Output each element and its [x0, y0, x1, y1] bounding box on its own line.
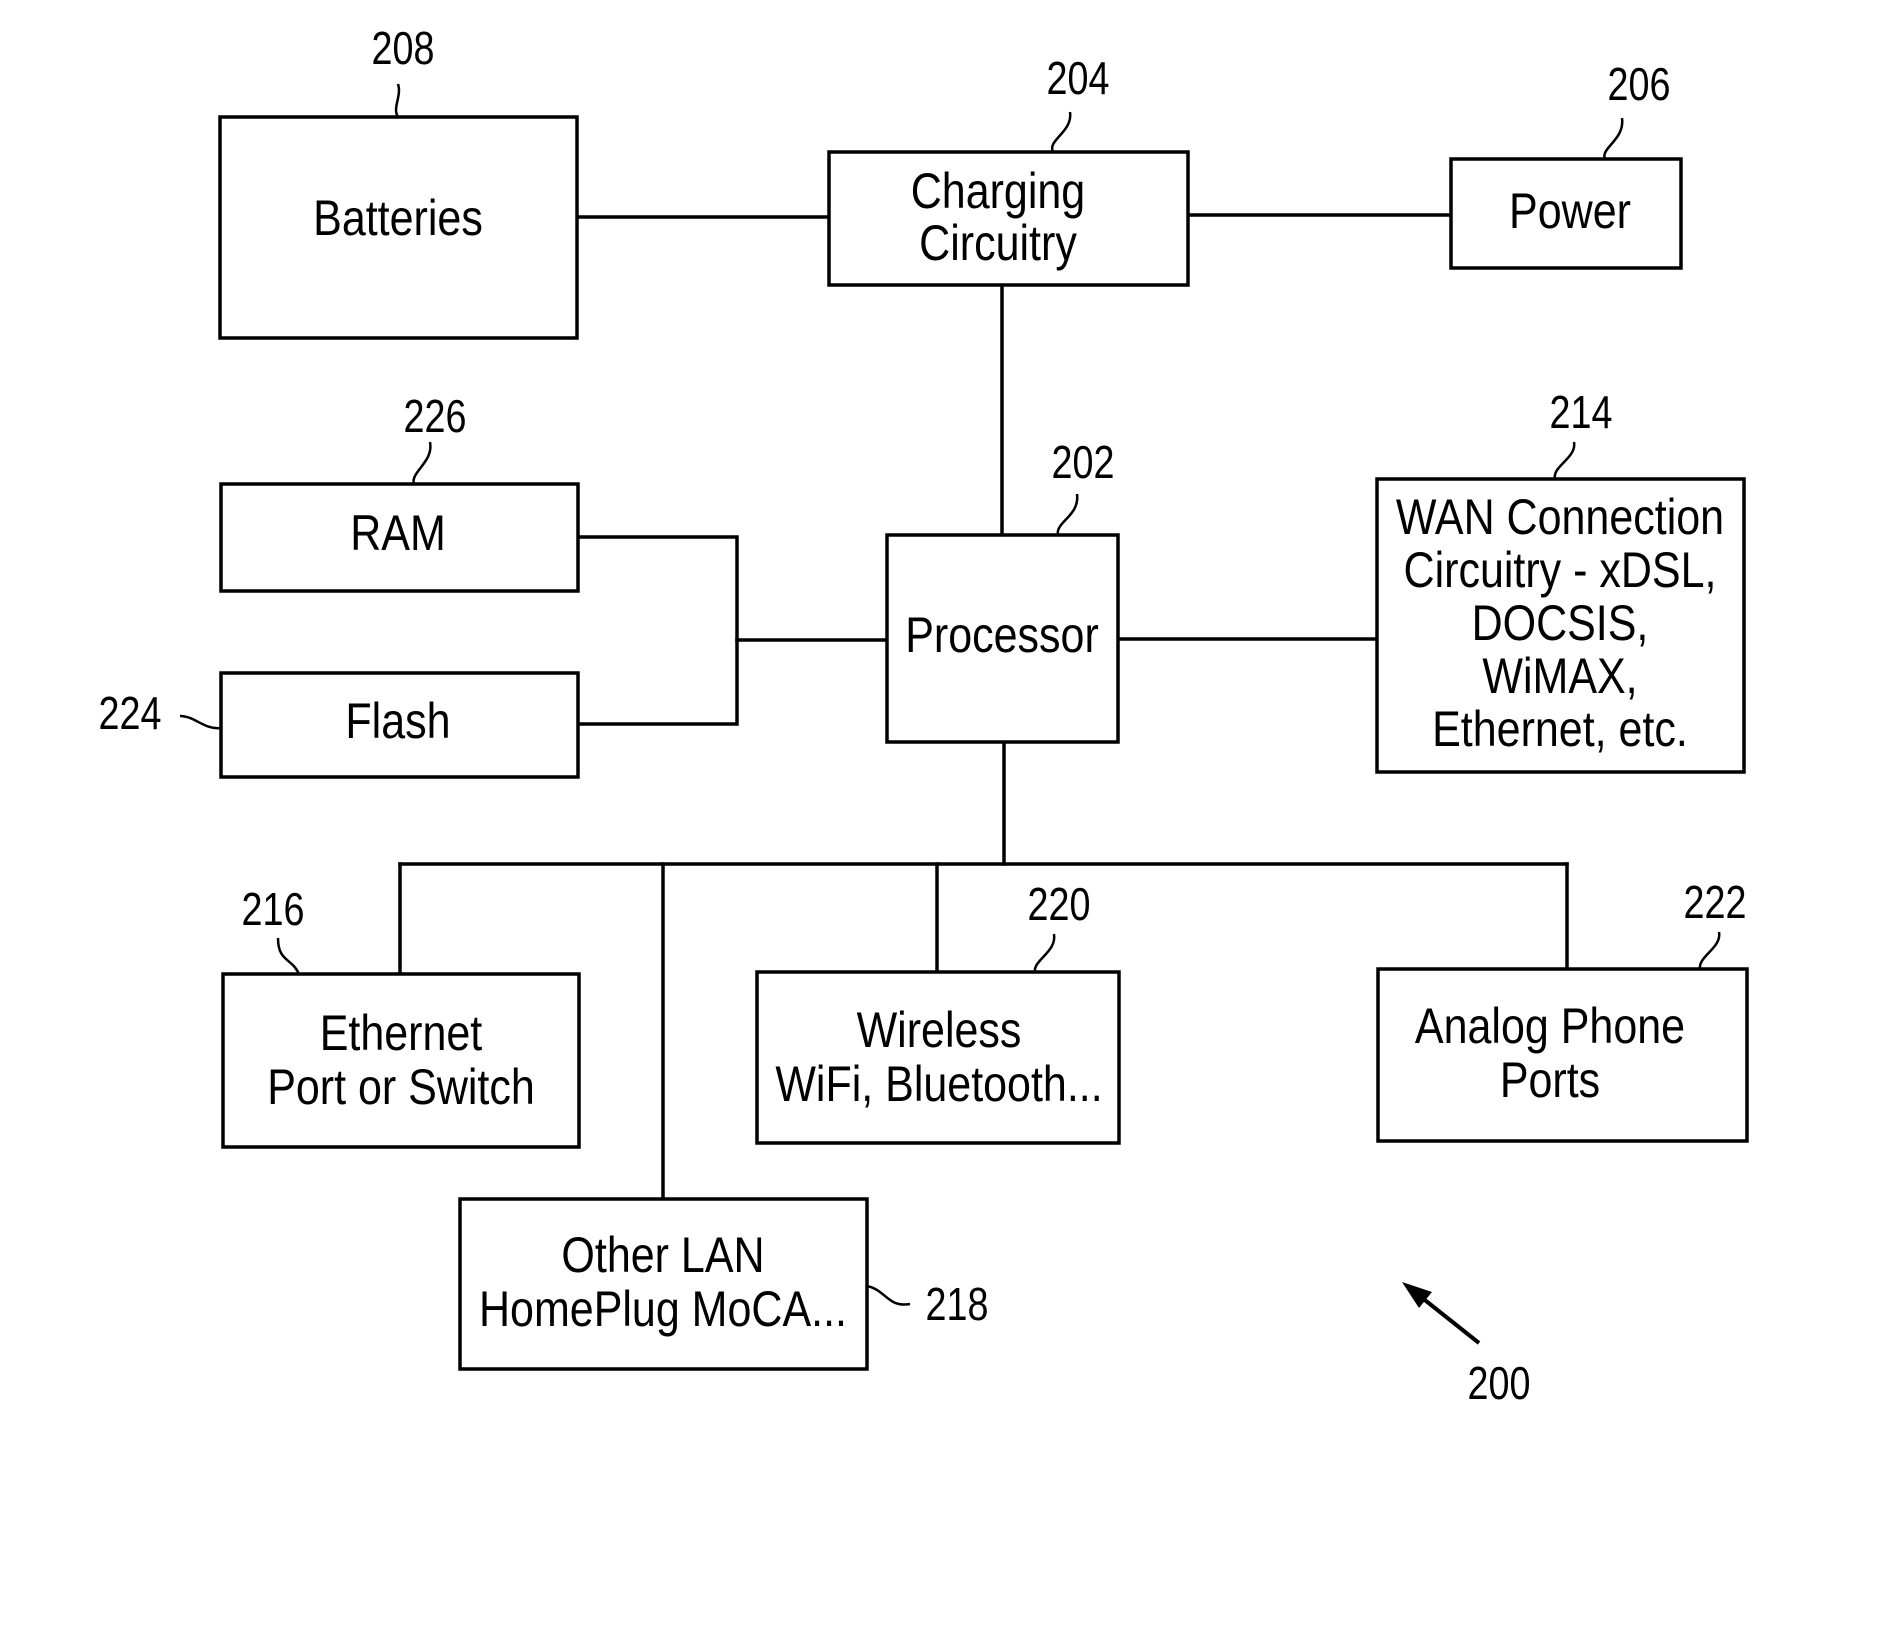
ref-204: 204 — [1047, 52, 1110, 103]
ref-226: 226 — [404, 390, 467, 441]
wireless-label-line1: Wireless — [857, 1002, 1022, 1058]
ref-224: 224 — [99, 687, 162, 738]
charging-label-line2: Circuitry — [919, 215, 1077, 271]
charging-leader — [1050, 111, 1072, 153]
block-charging-circuitry: Charging Circuitry 204 — [827, 52, 1190, 287]
analog-label-line1: Analog Phone — [1415, 998, 1685, 1054]
block-wan-connection: WAN Connection Circuitry - xDSL, DOCSIS,… — [1375, 386, 1746, 774]
analog-leader — [1698, 931, 1721, 970]
wireless-label-line2: WiFi, Bluetooth... — [775, 1056, 1102, 1112]
charging-label-line1: Charging — [911, 163, 1085, 219]
ref-214: 214 — [1550, 386, 1613, 437]
ram-leader — [412, 441, 432, 485]
figure-reference: 200 — [1402, 1282, 1530, 1409]
ref-216: 216 — [242, 883, 305, 934]
block-analog-phone-ports: Analog Phone Ports 222 — [1376, 876, 1749, 1143]
otherlan-leader — [866, 1284, 911, 1306]
figure-arrow-shaft — [1414, 1291, 1481, 1345]
block-diagram: Batteries 208 Charging Circuitry 204 Pow… — [99, 22, 1749, 1409]
processor-leader — [1056, 493, 1079, 536]
ref-218: 218 — [926, 1278, 989, 1329]
wan-leader — [1553, 441, 1576, 480]
wire-ram-flash-bus — [576, 535, 739, 726]
flash-label: Flash — [345, 693, 450, 749]
ref-222: 222 — [1684, 876, 1747, 927]
block-ram: RAM 226 — [219, 390, 580, 593]
ram-label: RAM — [350, 505, 446, 561]
flash-leader — [179, 714, 222, 730]
wan-label-line5: Ethernet, etc. — [1432, 701, 1688, 757]
processor-label: Processor — [905, 607, 1099, 663]
block-power: Power 206 — [1449, 58, 1683, 270]
batteries-label: Batteries — [313, 190, 483, 246]
block-batteries: Batteries 208 — [218, 22, 579, 340]
ref-208: 208 — [372, 22, 435, 73]
ref-202: 202 — [1052, 436, 1115, 487]
wan-label-line3: DOCSIS, — [1472, 595, 1649, 651]
batteries-leader — [394, 83, 401, 118]
wan-label-line4: WiMAX, — [1482, 648, 1637, 704]
wireless-leader — [1033, 933, 1056, 973]
block-other-lan: Other LAN HomePlug MoCA... 218 — [458, 1197, 989, 1371]
ref-206: 206 — [1608, 58, 1671, 109]
power-label: Power — [1509, 183, 1631, 239]
ethernet-label-line2: Port or Switch — [267, 1059, 535, 1115]
otherlan-label-line1: Other LAN — [561, 1227, 764, 1283]
otherlan-label-line2: HomePlug MoCA... — [479, 1281, 847, 1337]
analog-label-line2: Ports — [1500, 1052, 1600, 1108]
ethernet-label-line1: Ethernet — [320, 1005, 483, 1061]
block-flash: Flash 224 — [99, 671, 580, 779]
ref-200: 200 — [1468, 1357, 1531, 1408]
power-leader — [1603, 117, 1624, 160]
ethernet-leader — [276, 937, 301, 975]
wan-label-line1: WAN Connection — [1396, 489, 1724, 545]
ref-220: 220 — [1028, 878, 1091, 929]
wan-label-line2: Circuitry - xDSL, — [1404, 542, 1717, 598]
